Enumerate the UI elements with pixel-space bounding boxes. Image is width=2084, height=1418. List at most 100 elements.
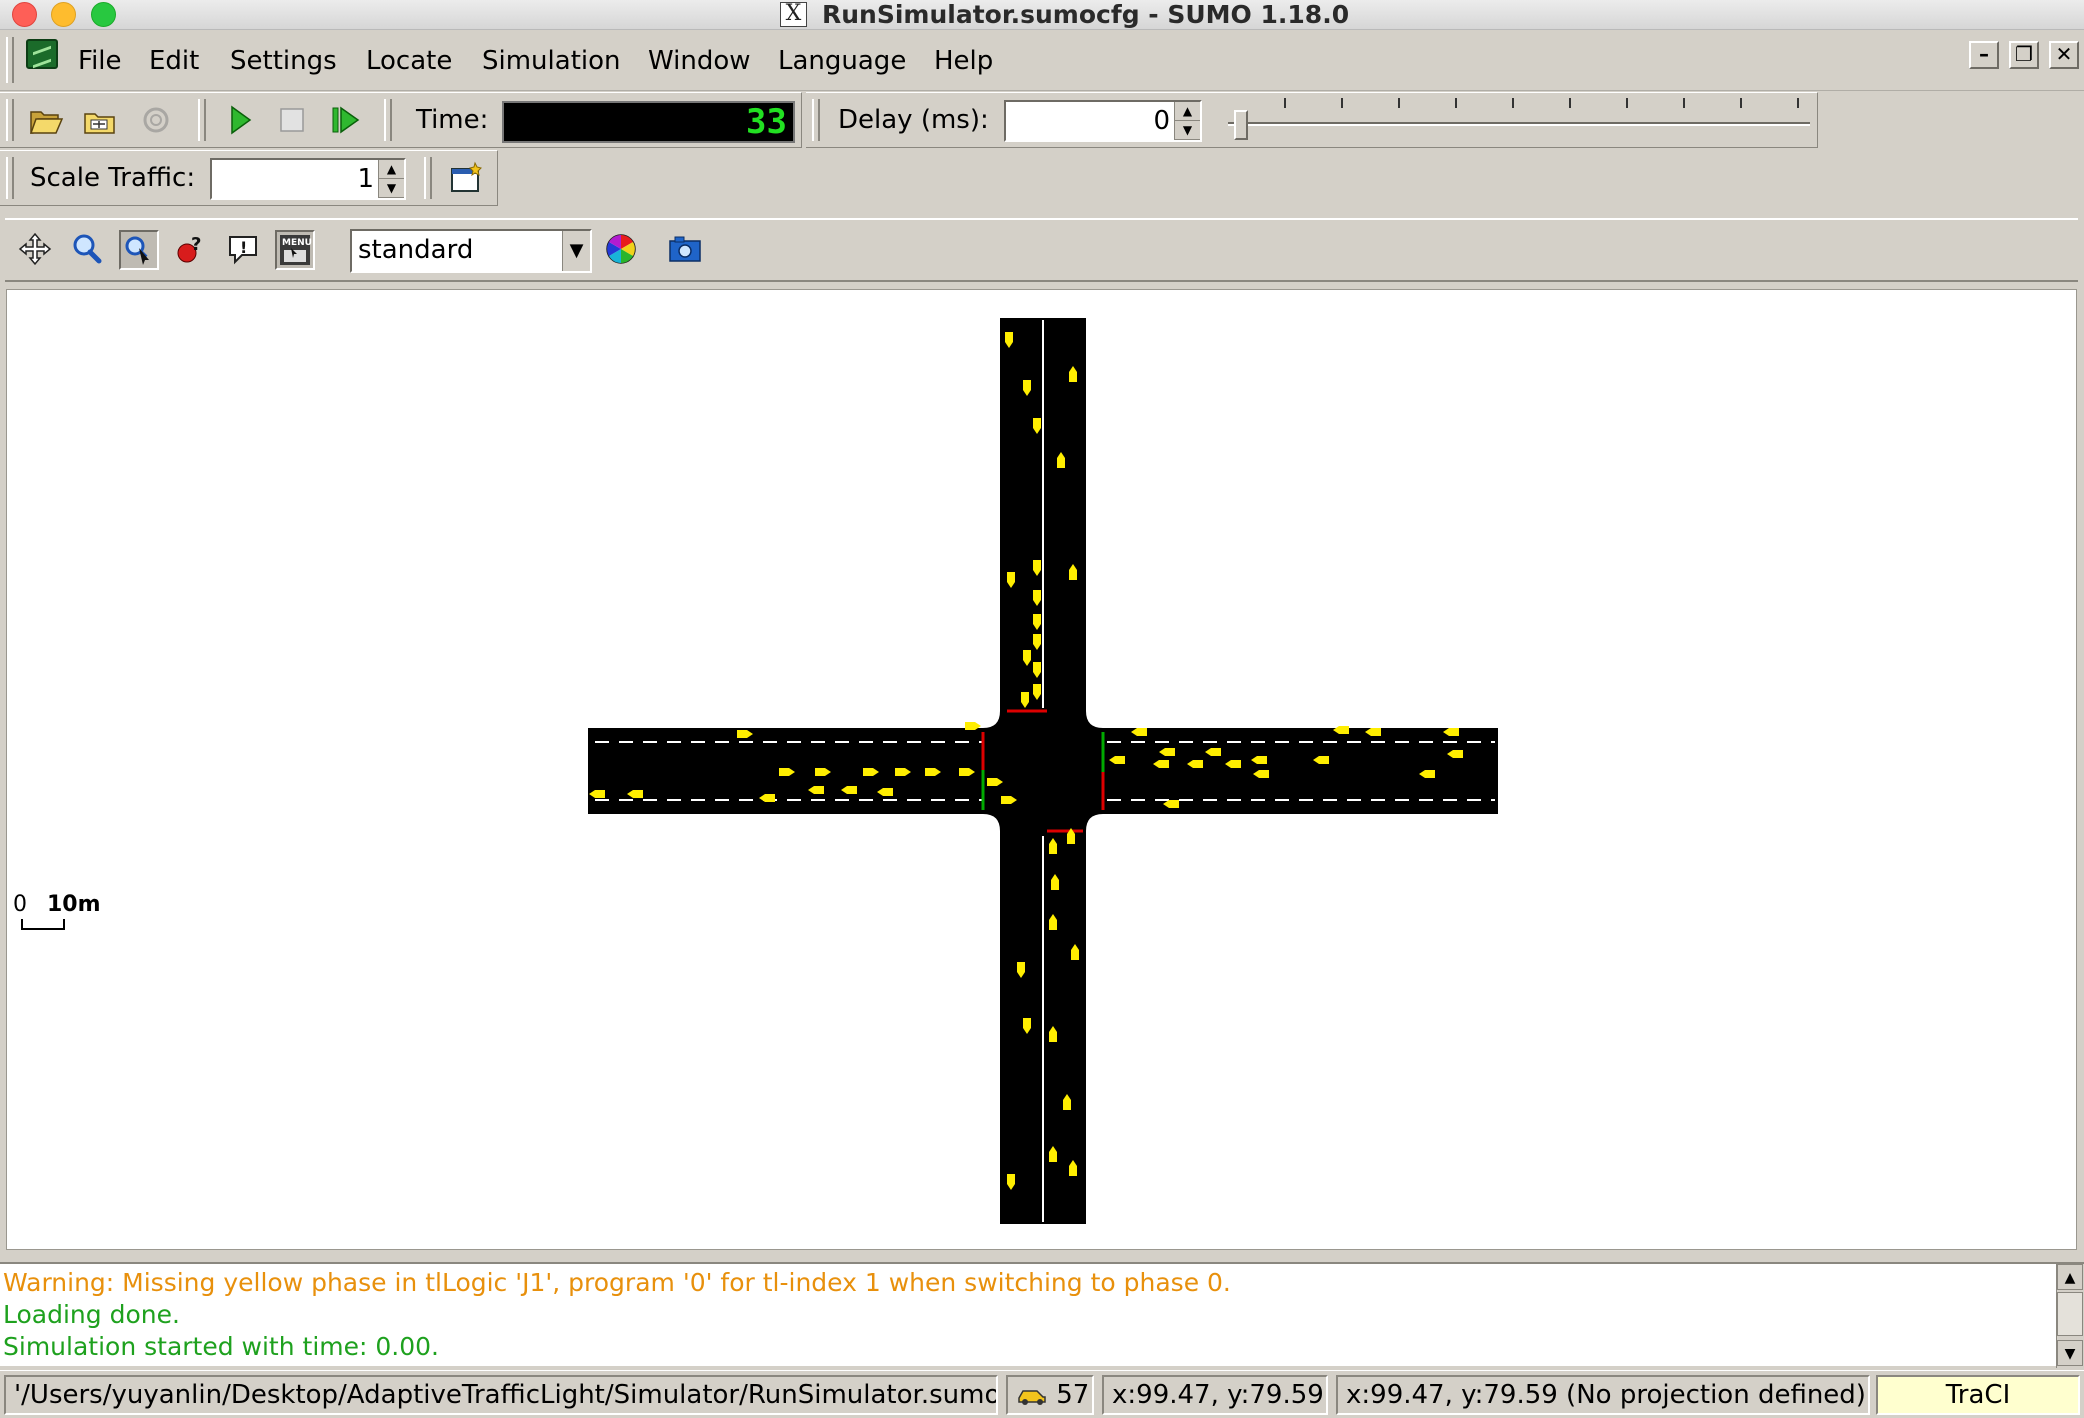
tooltips-toggle-button[interactable]: ! xyxy=(223,230,263,270)
new-view-button[interactable] xyxy=(446,159,486,199)
toolbar-grip[interactable] xyxy=(6,157,14,199)
menu-icon: MENU xyxy=(280,235,312,265)
delay-spinner[interactable]: 0 ▲ ▼ xyxy=(1004,100,1202,142)
scroll-up-icon[interactable]: ▲ xyxy=(2057,1264,2083,1290)
slider-tick xyxy=(1740,98,1742,108)
slider-tick xyxy=(1455,98,1457,108)
scale-bar: 0 10m xyxy=(13,892,101,930)
message-log[interactable]: Warning: Missing yellow phase in tlLogic… xyxy=(0,1262,2084,1368)
simulation-canvas[interactable]: 0 10m xyxy=(6,289,2077,1250)
x11-icon: X xyxy=(780,2,807,27)
menu-window[interactable]: Window xyxy=(648,43,751,79)
svg-text:MENU: MENU xyxy=(282,238,312,248)
scale-spinner-arrows[interactable]: ▲ ▼ xyxy=(378,160,404,198)
status-vehicle-count[interactable]: 57 xyxy=(1006,1375,1094,1415)
menu-file[interactable]: File xyxy=(78,43,122,79)
status-coords: x:99.47, y:79.59 xyxy=(1102,1375,1328,1415)
zoom-button[interactable] xyxy=(67,230,107,270)
menu-edit[interactable]: Edit xyxy=(149,43,199,79)
speech-bubble-icon: ! xyxy=(229,236,257,265)
delay-slider[interactable] xyxy=(1228,92,1810,140)
magnifier-icon xyxy=(73,234,102,264)
toolbar-grip[interactable] xyxy=(384,99,392,141)
delay-spinner-arrows[interactable]: ▲ ▼ xyxy=(1174,102,1200,140)
spin-up-icon[interactable]: ▲ xyxy=(1175,102,1200,121)
sumo-app-icon[interactable] xyxy=(26,39,58,69)
menubar-grip[interactable] xyxy=(6,37,14,83)
menu-locate[interactable]: Locate xyxy=(366,43,452,79)
menu-edit-label: Edit xyxy=(149,46,200,76)
scale-toolbar: Scale Traffic: 1 ▲ ▼ xyxy=(0,150,422,206)
toolbar-grip[interactable] xyxy=(812,99,820,141)
mdi-restore-button[interactable]: ❐ xyxy=(2009,41,2039,69)
menu-settings-label: Settings xyxy=(230,46,337,76)
slider-tick xyxy=(1512,98,1514,108)
status-traci: TraCI xyxy=(1876,1375,2080,1415)
slider-tick xyxy=(1569,98,1571,108)
reload-icon xyxy=(143,107,169,133)
toolbar-grip[interactable] xyxy=(6,99,14,141)
reload-button[interactable] xyxy=(136,101,176,141)
menu-simulation[interactable]: Simulation xyxy=(482,43,621,79)
recenter-view-button[interactable] xyxy=(15,230,55,270)
stop-icon xyxy=(280,108,304,132)
step-button[interactable] xyxy=(326,101,366,141)
menu-language-label: Language xyxy=(778,46,907,76)
maximize-window-button[interactable] xyxy=(91,2,116,27)
toolbar-grip[interactable] xyxy=(424,157,432,199)
mdi-close-button[interactable]: ✕ xyxy=(2049,41,2079,69)
recenter-icon xyxy=(18,232,52,266)
delay-slider-thumb[interactable] xyxy=(1234,110,1248,140)
scale-traffic-spinner[interactable]: 1 ▲ ▼ xyxy=(210,158,406,200)
toolbar-grip[interactable] xyxy=(198,99,206,141)
scale-zero-label: 0 xyxy=(13,892,27,917)
road-network[interactable]: 0 10m xyxy=(7,290,2077,1250)
run-button[interactable] xyxy=(220,101,260,141)
junction-corner xyxy=(1086,814,1103,831)
new-window-icon xyxy=(451,161,482,192)
spin-down-icon[interactable]: ▼ xyxy=(1175,121,1200,140)
log-scrollbar[interactable]: ▲ ▼ xyxy=(2056,1264,2084,1368)
sumo-window: X RunSimulator.sumocfg - SUMO 1.18.0 Fil… xyxy=(0,0,2084,1418)
scale-traffic-label: Scale Traffic: xyxy=(30,163,196,193)
log-info-line: Simulation started with time: 0.00. xyxy=(3,1332,439,1361)
scale-distance-label: 10m xyxy=(47,892,101,917)
junction-corner xyxy=(1086,711,1103,728)
scroll-down-icon[interactable]: ▼ xyxy=(2057,1340,2083,1366)
slider-tick xyxy=(1284,98,1286,108)
log-warning-line: Warning: Missing yellow phase in tlLogic… xyxy=(3,1268,1231,1297)
open-config-button[interactable] xyxy=(26,101,66,141)
time-label: Time: xyxy=(416,105,489,135)
time-display: 33 xyxy=(502,101,795,143)
status-bar: '/Users/yuyanlin/Desktop/AdaptiveTraffic… xyxy=(0,1370,2084,1418)
stop-button[interactable] xyxy=(272,101,312,141)
menu-toggle-button[interactable]: MENU xyxy=(275,230,315,270)
locate-button[interactable] xyxy=(119,230,159,270)
menu-settings[interactable]: Settings xyxy=(230,43,337,79)
sim-control-toolbar xyxy=(192,92,382,148)
menu-help[interactable]: Help xyxy=(934,43,993,79)
chevron-down-icon[interactable]: ▼ xyxy=(562,231,590,271)
screenshot-button[interactable] xyxy=(665,230,705,270)
open-network-button[interactable] xyxy=(80,101,120,141)
spin-up-icon[interactable]: ▲ xyxy=(379,160,404,179)
menu-help-label: Help xyxy=(934,46,994,76)
breakpoints-button[interactable]: ? xyxy=(171,230,211,270)
close-window-button[interactable] xyxy=(12,2,37,27)
slider-tick xyxy=(1341,98,1343,108)
menu-language[interactable]: Language xyxy=(778,43,906,79)
minimize-window-button[interactable] xyxy=(51,2,76,27)
spin-down-icon[interactable]: ▼ xyxy=(379,179,404,198)
view-toolbar: ? ! MENU standard ▼ xyxy=(5,218,2078,282)
scroll-thumb[interactable] xyxy=(2057,1292,2083,1336)
edit-coloring-button[interactable] xyxy=(601,230,641,270)
view-scheme-select[interactable]: standard ▼ xyxy=(350,229,592,273)
menu-file-label: File xyxy=(78,46,122,76)
status-config-path: '/Users/yuyanlin/Desktop/AdaptiveTraffic… xyxy=(4,1375,998,1415)
svg-text:?: ? xyxy=(191,234,201,255)
slider-tick xyxy=(1626,98,1628,108)
menu-simulation-label: Simulation xyxy=(482,46,621,76)
delay-slider-track xyxy=(1228,122,1810,126)
mdi-minimize-button[interactable]: – xyxy=(1969,41,1999,69)
window-title: RunSimulator.sumocfg - SUMO 1.18.0 xyxy=(822,0,1350,29)
